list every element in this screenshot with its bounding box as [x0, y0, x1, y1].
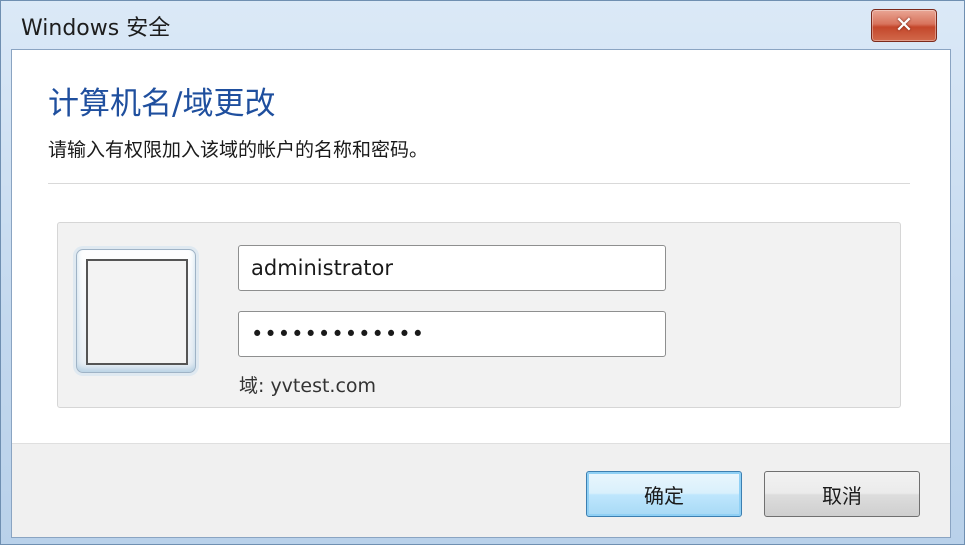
- window-title: Windows 安全: [21, 16, 171, 41]
- title-bar[interactable]: Windows 安全 ✕: [1, 1, 964, 49]
- dialog-heading: 计算机名/域更改: [48, 86, 276, 122]
- credential-tile[interactable]: 域: yvtest.com: [57, 222, 901, 408]
- domain-label: 域: yvtest.com: [239, 375, 377, 397]
- cancel-button[interactable]: 取消: [764, 471, 920, 517]
- password-input[interactable]: [238, 311, 666, 357]
- close-button[interactable]: ✕: [871, 9, 937, 42]
- button-bar: 确定 取消: [12, 443, 950, 537]
- username-input[interactable]: [238, 245, 666, 291]
- divider: [48, 183, 910, 184]
- ok-button[interactable]: 确定: [586, 471, 742, 517]
- user-picture-placeholder: [86, 259, 188, 365]
- security-dialog-window: Windows 安全 ✕ 计算机名/域更改 请输入有权限加入该域的帐户的名称和密…: [0, 0, 965, 545]
- dialog-content: 计算机名/域更改 请输入有权限加入该域的帐户的名称和密码。 域: yvtest.…: [11, 49, 951, 538]
- dialog-description: 请输入有权限加入该域的帐户的名称和密码。: [48, 139, 429, 161]
- close-icon: ✕: [894, 12, 914, 38]
- user-tile-icon: [76, 249, 196, 373]
